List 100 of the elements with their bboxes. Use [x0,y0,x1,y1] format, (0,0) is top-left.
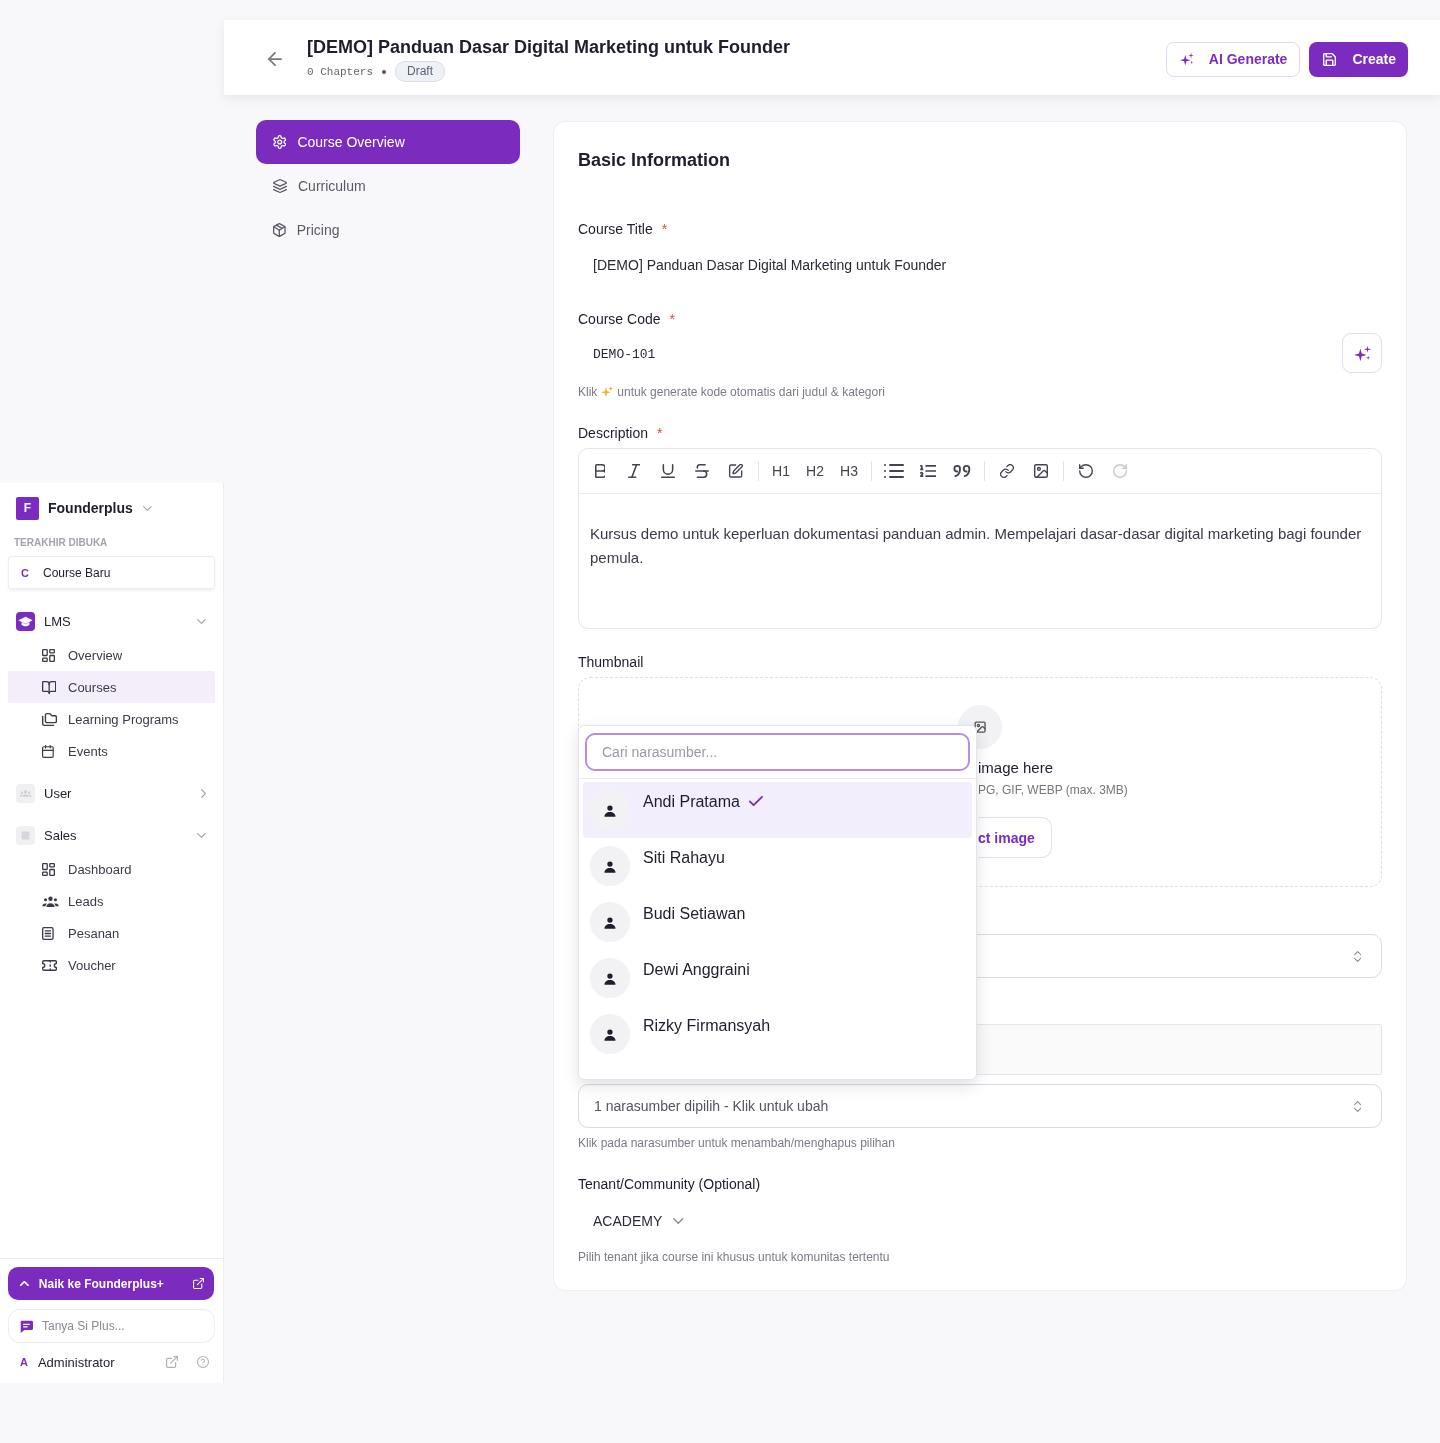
generate-code-button[interactable] [1342,333,1382,373]
box-icon [273,223,286,237]
sparkles-icon [1353,344,1371,362]
course-initial: C [21,566,30,579]
separator-dot-icon [382,69,386,74]
graduation-cap-icon [16,611,35,631]
square-icon [16,825,35,845]
create-button[interactable]: Create [1309,41,1408,77]
link-icon [1000,464,1014,478]
sidebar-item[interactable]: Learning Programs [8,703,215,735]
course-title: [DEMO] Panduan Dasar Digital Marketing untuk Founder [307,36,791,58]
chevron-up-icon [20,1281,29,1286]
dropzone-title: image here [978,758,1054,778]
bold-icon [594,464,606,478]
bullet-list-icon [884,464,904,478]
people-icon [42,895,59,907]
required-mark: * [657,424,663,443]
sidebar-group[interactable]: User [8,777,215,809]
image-icon [1034,464,1048,478]
chat-icon [20,1319,33,1333]
external-link-icon [193,1278,204,1289]
chapter-count: 0 Chapters [307,65,373,78]
course-code-input[interactable]: DEMO-101 [578,334,1334,374]
speaker-select[interactable]: 1 narasumber dipilih - Klik untuk ubah [578,1084,1382,1128]
speaker-option[interactable]: Budi Setiawan [583,894,972,950]
section-tab[interactable]: Curriculum [256,164,520,208]
heading-button[interactable]: H2 [800,456,830,486]
pen-square-icon [729,464,743,478]
field-label: Description [578,424,649,443]
gear-icon [273,135,287,149]
quote-icon [952,464,972,478]
brand-logo: F [16,496,39,520]
section-tab[interactable]: Pricing [256,208,520,252]
field-label: Course Code [578,310,661,329]
document-list-icon [42,926,54,940]
section-title: Basic Information [578,149,732,172]
up-down-chevron-icon [1353,950,1361,962]
undo-icon [1079,464,1093,478]
people-icon [16,783,35,803]
ticket-icon [42,959,58,971]
field-label: Tenant/Community (Optional) [578,1175,761,1194]
required-mark: * [661,220,668,239]
sidebar-group[interactable]: Sales [8,819,215,851]
hint-text: untuk generate kode otomatis dari judul & kategori [617,384,885,400]
file-formats-text: PG, GIF, WEBP (max. 3MB) [978,782,1128,798]
sidebar-item[interactable]: Voucher [8,949,215,981]
sidebar-item[interactable]: Courses [8,671,215,703]
ai-generate-button[interactable]: AI Generate [1165,41,1301,77]
sidebar-item[interactable]: Leads [8,885,215,917]
hint-text: Klik pada narasumber untuk menambah/menghapus pilihan [578,1135,896,1151]
field-label: Thumbnail [578,653,644,672]
numbered-list-icon [919,464,937,478]
calendar-icon [42,744,54,758]
up-down-chevron-icon [1353,1100,1361,1112]
user-name[interactable]: Administrator [37,1354,115,1370]
required-mark: * [669,310,675,329]
sparkle-icon [601,386,614,398]
layers-icon [273,179,287,193]
sidebar-group[interactable]: LMS [8,605,215,637]
save-icon [1323,52,1337,66]
course-title-input[interactable]: [DEMO] Panduan Dasar Digital Marketing untuk Founder [578,245,1382,285]
underline-icon [661,464,675,478]
redo-icon [1113,464,1127,478]
select-image-button[interactable]: ct image [978,817,1052,858]
italic-icon [627,464,641,478]
section-tab[interactable]: Course Overview [256,120,520,164]
sidebar-item[interactable]: Pesanan [8,917,215,949]
sparkles-icon [1179,52,1194,66]
assistant-field[interactable]: Tanya Si Plus... [8,1309,215,1343]
person-avatar-icon [590,958,630,998]
speaker-option[interactable]: Andi Pratama [583,782,972,838]
grid-icon [42,862,55,876]
speaker-option[interactable]: Rizky Firmansyah [583,1006,972,1062]
person-avatar-icon [590,1014,630,1054]
book-icon [42,680,57,694]
status-badge: Draft [395,61,446,82]
heading-button[interactable]: H1 [766,456,796,486]
grid-icon [42,648,55,662]
person-avatar-icon [590,902,630,942]
workspace-name[interactable]: Founderplus [48,500,133,516]
chevron-down-icon [673,1218,684,1224]
field-label: Course Title [578,220,653,239]
sidebar-item[interactable]: Dashboard [8,853,215,885]
sidebar-item[interactable]: Overview [8,639,215,671]
user-initial: A [20,1356,28,1368]
tenant-select[interactable]: ACADEMY [578,1201,684,1241]
sidebar-item[interactable]: Events [8,735,215,767]
strikethrough-icon [695,464,709,478]
upgrade-button[interactable]: Naik ke Founderplus+ [8,1267,214,1300]
hint-text: Pilih tenant jika course ini khusus untuk komunitas tertentu [578,1249,891,1265]
hint-text: Klik [578,384,598,400]
recent-course-item[interactable]: C Course Baru [8,556,215,589]
person-avatar-icon [590,846,630,886]
back-arrow-icon[interactable] [268,52,282,66]
speaker-option[interactable]: Dewi Anggraini [583,950,972,1006]
section-heading: TERAKHIR DIBUKA [13,536,109,550]
folders-icon [42,712,58,726]
check-icon [748,796,763,806]
description-input[interactable]: Kursus demo untuk keperluan dokumentasi panduan admin. Mempelajari dasar-dasar digital marketing bagi founder pemula. [579,494,1381,570]
heading-button[interactable]: H3 [834,456,864,486]
